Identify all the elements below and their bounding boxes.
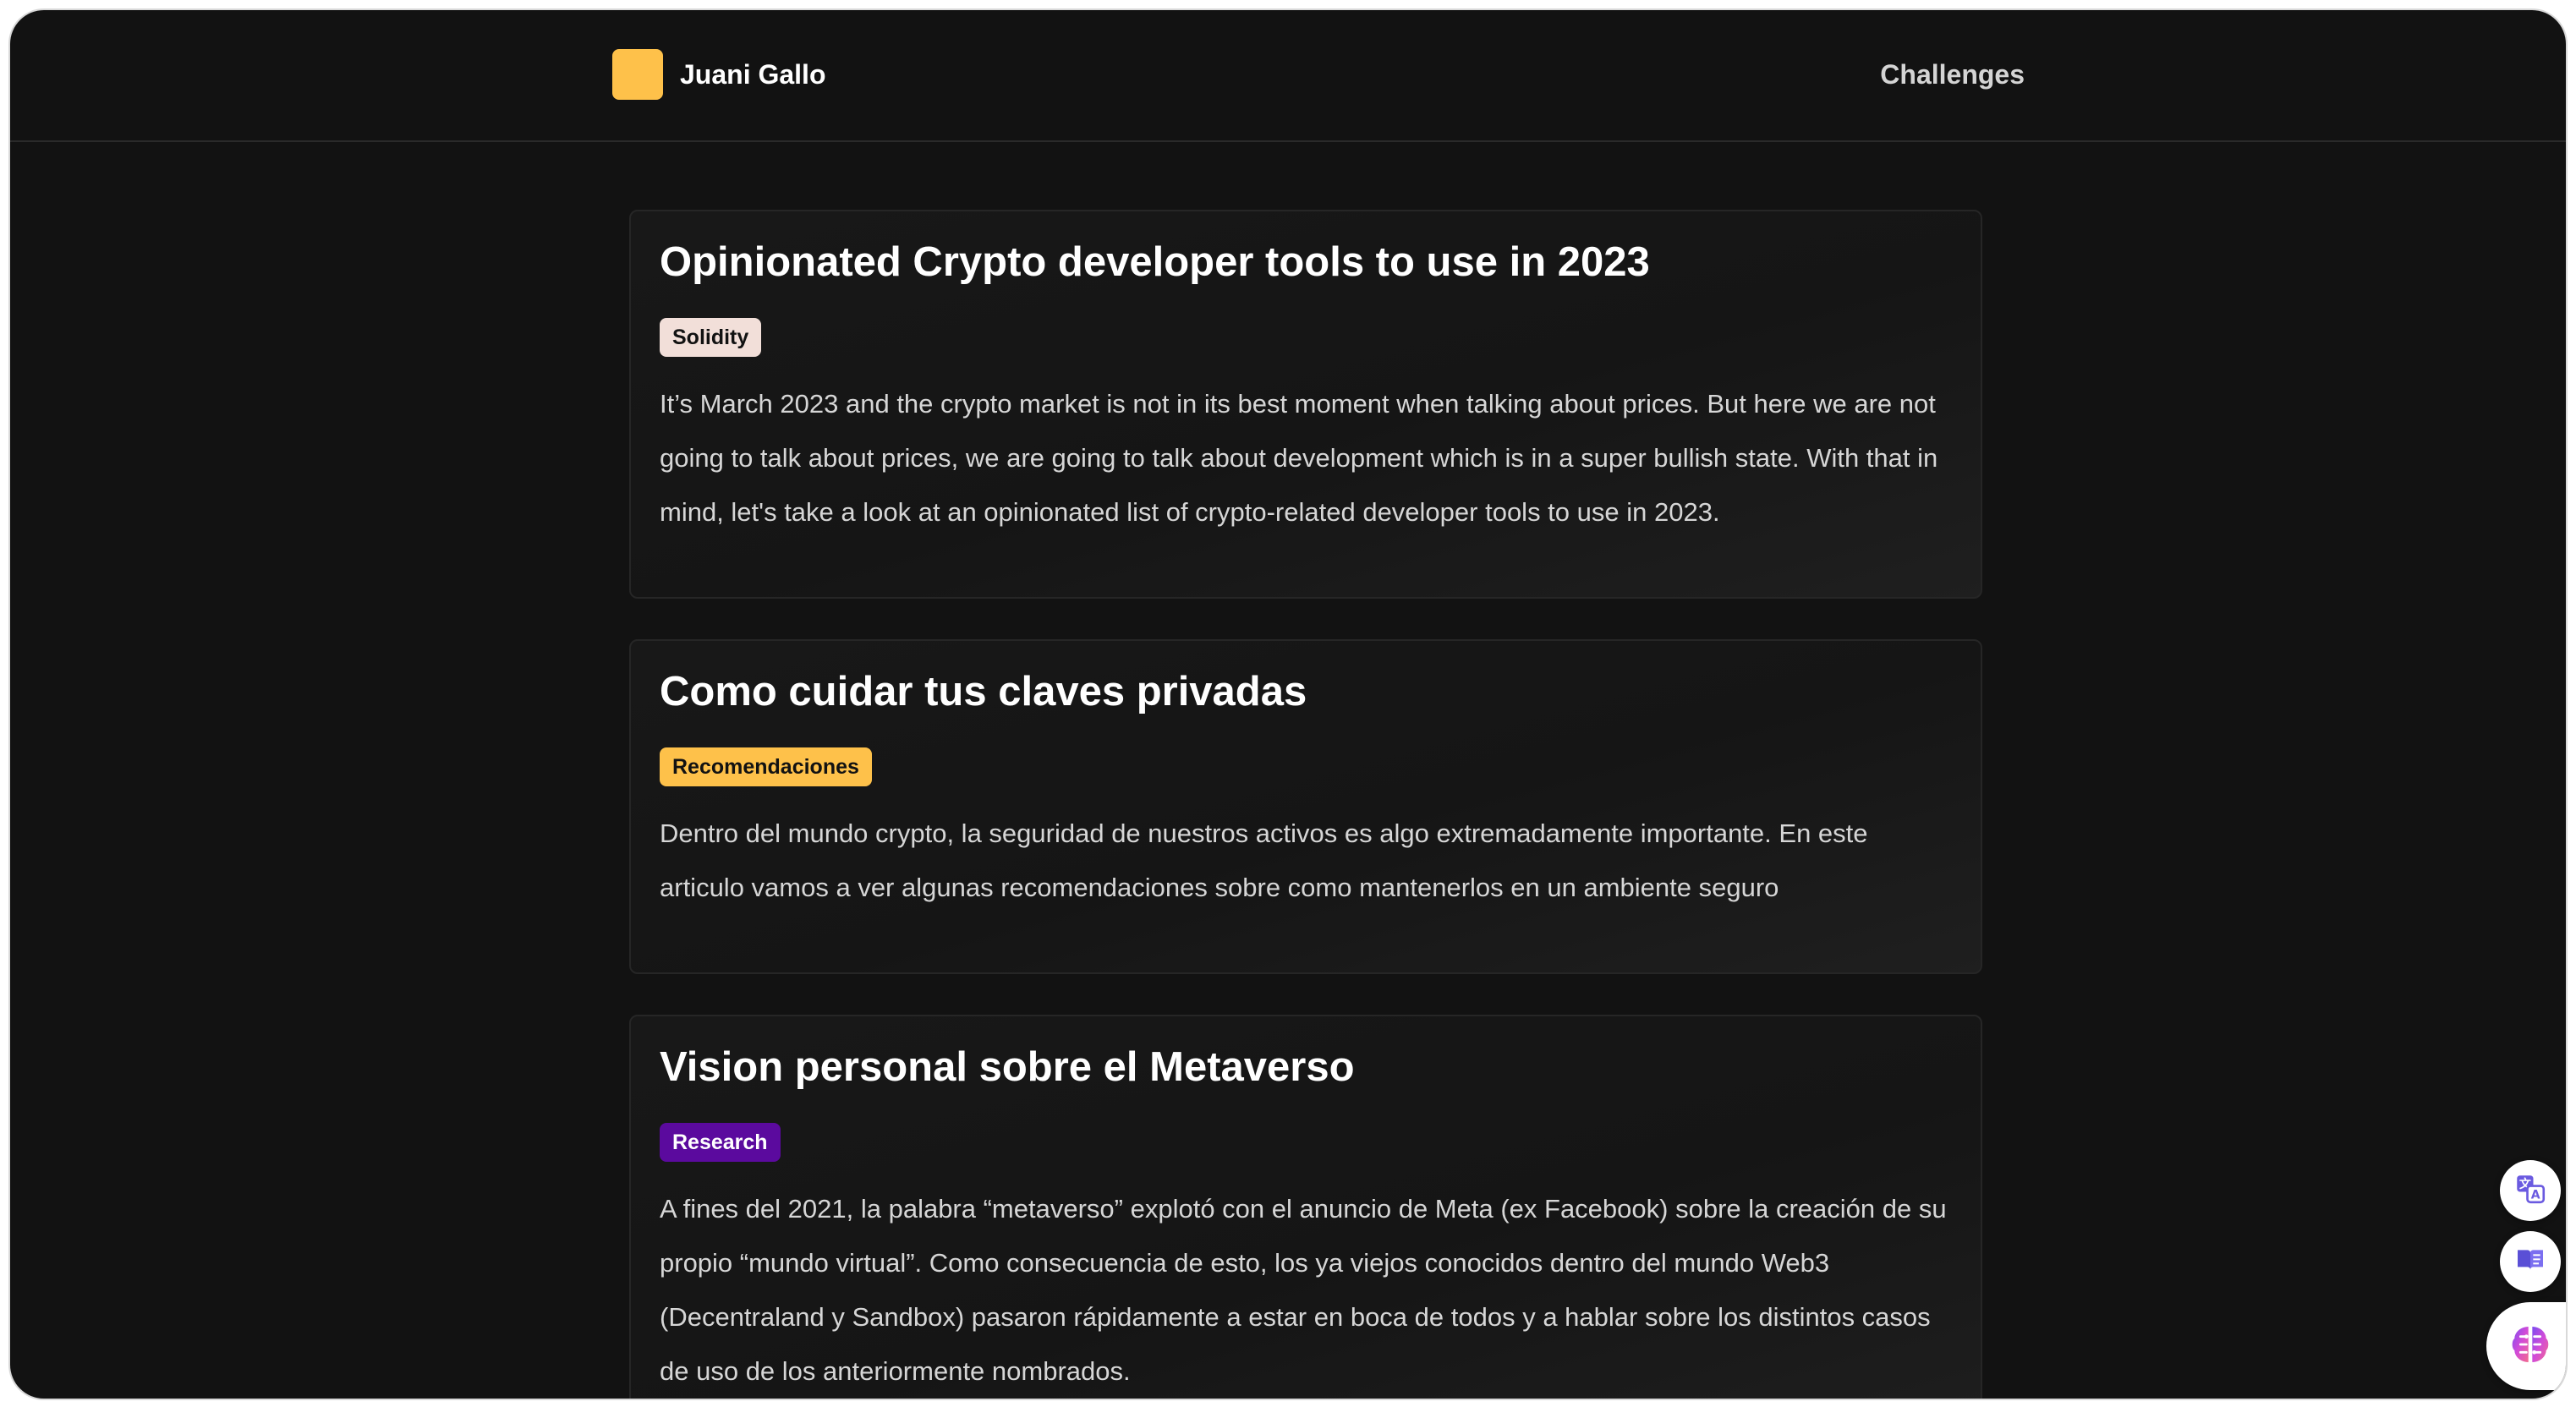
post-card[interactable]: Opinionated Crypto developer tools to us… (629, 210, 1982, 599)
brand-name-link[interactable]: Juani Gallo (680, 52, 825, 96)
post-excerpt: Dentro del mundo crypto, la seguridad de… (660, 818, 1868, 902)
post-card[interactable]: Como cuidar tus claves privadas Recomend… (629, 639, 1982, 974)
translate-icon: 文 A (2513, 1171, 2548, 1211)
logo-square-icon[interactable] (612, 49, 663, 100)
nav-link-challenges[interactable]: Challenges (1880, 52, 2025, 96)
post-title[interactable]: Vision personal sobre el Metaverso (660, 1042, 1952, 1092)
brain-ai-icon (2507, 1321, 2554, 1372)
translate-button[interactable]: 文 A (2500, 1160, 2561, 1221)
post-tag[interactable]: Solidity (660, 318, 762, 357)
reader-mode-button[interactable] (2500, 1231, 2561, 1292)
post-title[interactable]: Opinionated Crypto developer tools to us… (660, 237, 1952, 287)
post-title[interactable]: Como cuidar tus claves privadas (660, 666, 1952, 717)
browser-viewport: Juani Gallo Challenges Opinionated Crypt… (10, 10, 2566, 1399)
post-card[interactable]: Vision personal sobre el Metaverso Resea… (629, 1015, 1982, 1399)
post-tag[interactable]: Research (660, 1123, 781, 1162)
reader-mode-icon (2513, 1243, 2547, 1281)
post-tag[interactable]: Recomendaciones (660, 747, 872, 786)
site-header: Juani Gallo Challenges (10, 10, 2566, 142)
post-excerpt: A fines del 2021, la palabra “metaverso”… (660, 1194, 1947, 1386)
post-excerpt: It’s March 2023 and the crypto market is… (660, 389, 1938, 527)
svg-text:A: A (2531, 1188, 2540, 1202)
ai-assistant-button[interactable] (2486, 1302, 2566, 1390)
